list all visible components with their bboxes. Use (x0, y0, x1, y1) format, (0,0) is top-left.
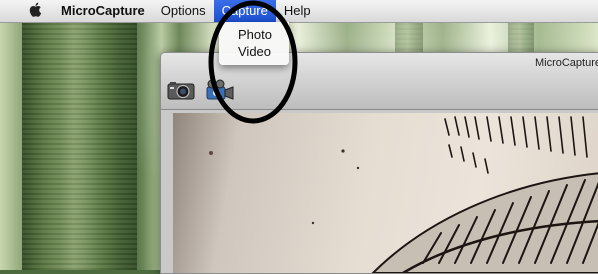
menu-item-photo[interactable]: Photo (219, 26, 289, 43)
menu-options[interactable]: Options (153, 0, 214, 22)
camera-icon[interactable] (167, 79, 195, 101)
menu-capture[interactable]: Capture (213, 0, 276, 22)
menu-item-video[interactable]: Video (219, 43, 289, 60)
video-camera-icon[interactable] (203, 79, 235, 101)
apple-icon[interactable] (27, 2, 43, 20)
preview-image (209, 116, 598, 273)
capture-menu-dropdown: Photo Video (219, 22, 289, 65)
microcapture-window: MicroCapture (160, 52, 598, 274)
window-title: MicroCapture (534, 57, 598, 69)
capture-preview (173, 113, 598, 273)
menu-app-name[interactable]: MicroCapture (55, 0, 153, 22)
menu-help[interactable]: Help (276, 0, 319, 22)
bamboo-stalk (22, 20, 137, 270)
menu-bar: MicroCapture Options Capture Help (0, 0, 598, 23)
